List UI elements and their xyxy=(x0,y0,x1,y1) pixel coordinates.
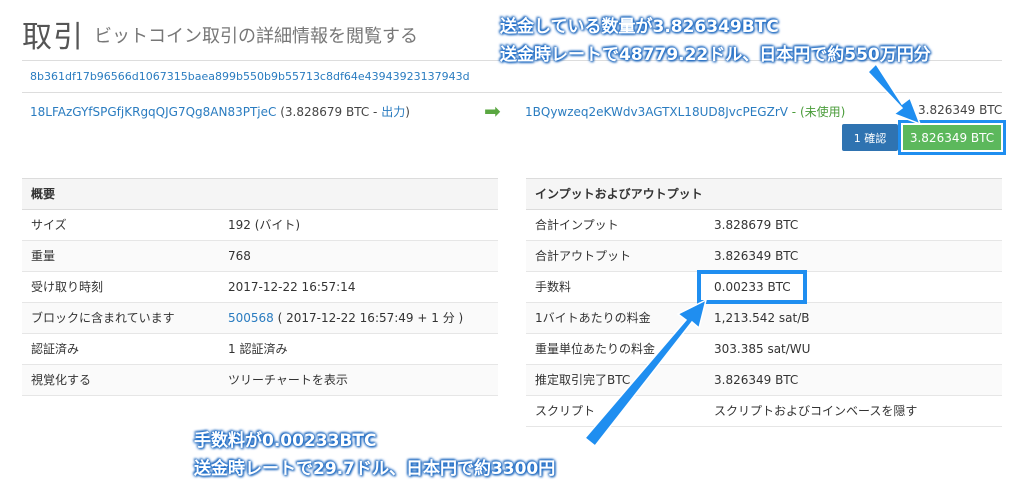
annotation-top-line1: 送金している数量が3.826349BTC xyxy=(500,17,779,37)
annotation-bottom-line1: 手数料が0.00233BTC xyxy=(194,431,377,451)
top-callout-arrow xyxy=(866,62,922,126)
bottom-callout-arrow xyxy=(583,298,708,448)
annotation-top-line2: 送金時レートで48779.22ドル、日本円で約550万円分 xyxy=(500,45,931,65)
annotation-bottom-line2: 送金時レートで29.7ドル、日本円で約3300円 xyxy=(194,459,556,479)
callout-arrows xyxy=(583,62,922,448)
